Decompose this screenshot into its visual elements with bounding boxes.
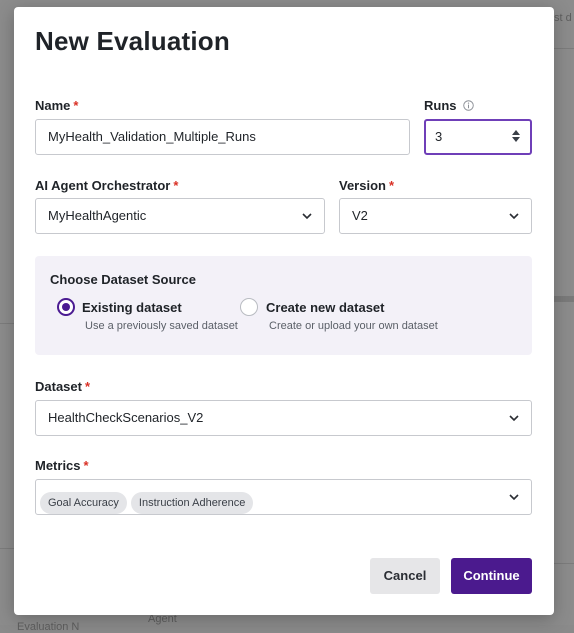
required-asterisk: * [73, 98, 79, 113]
runs-label: Runs [424, 98, 474, 113]
metrics-multiselect[interactable]: Goal Accuracy Instruction Adherence [35, 479, 532, 515]
version-select[interactable]: V2 [339, 198, 532, 234]
dataset-source-panel: Choose Dataset Source Existing dataset U… [35, 256, 532, 355]
background-divider [554, 563, 574, 564]
required-asterisk: * [388, 178, 395, 193]
metric-chip[interactable]: Instruction Adherence [130, 492, 254, 514]
version-label: Version * [339, 178, 395, 193]
orchestrator-select-value: MyHealthAgentic [48, 208, 147, 223]
background-scrollbar [554, 296, 574, 302]
background-divider [0, 323, 14, 324]
create-dataset-help: Create or upload your own dataset [269, 320, 438, 332]
background-text: st d [554, 12, 572, 24]
name-input-value: MyHealth_Validation_Multiple_Runs [48, 129, 256, 144]
metric-chip[interactable]: Goal Accuracy [40, 492, 127, 514]
create-dataset-radio[interactable] [240, 298, 258, 316]
dataset-source-title: Choose Dataset Source [50, 272, 196, 287]
new-evaluation-dialog: New Evaluation Name * MyHealth_Validation… [14, 7, 554, 615]
background-divider [0, 548, 14, 549]
chevron-down-icon [302, 213, 312, 220]
existing-dataset-label[interactable]: Existing dataset [82, 300, 182, 315]
stepper-icon[interactable] [511, 128, 521, 144]
version-select-value: V2 [352, 208, 368, 223]
dataset-select-value: HealthCheckScenarios_V2 [48, 410, 204, 425]
background-divider [554, 48, 574, 49]
metrics-label: Metrics * [35, 458, 89, 473]
runs-input-value: 3 [435, 129, 443, 144]
info-icon[interactable] [462, 100, 474, 111]
required-asterisk: * [83, 458, 89, 473]
required-asterisk: * [84, 379, 91, 394]
chevron-down-icon [509, 213, 519, 220]
name-label: Name * [35, 98, 79, 113]
orchestrator-label: AI Agent Orchestrator * [35, 178, 179, 193]
background-column-header: Evaluation N [17, 621, 80, 633]
dataset-select[interactable]: HealthCheckScenarios_V2 [35, 400, 532, 436]
dialog-title: New Evaluation [35, 26, 230, 56]
chevron-down-icon [509, 494, 519, 501]
existing-dataset-help: Use a previously saved dataset [85, 320, 238, 332]
continue-button[interactable]: Continue [451, 558, 532, 594]
cancel-button[interactable]: Cancel [370, 558, 440, 594]
required-asterisk: * [173, 178, 179, 193]
orchestrator-select[interactable]: MyHealthAgentic [35, 198, 325, 234]
name-input[interactable]: MyHealth_Validation_Multiple_Runs [35, 119, 410, 155]
chevron-down-icon [509, 415, 519, 422]
existing-dataset-radio[interactable] [57, 298, 75, 316]
create-dataset-label[interactable]: Create new dataset [266, 300, 385, 315]
runs-number-input[interactable]: 3 [424, 119, 532, 155]
dataset-label: Dataset * [35, 379, 91, 394]
